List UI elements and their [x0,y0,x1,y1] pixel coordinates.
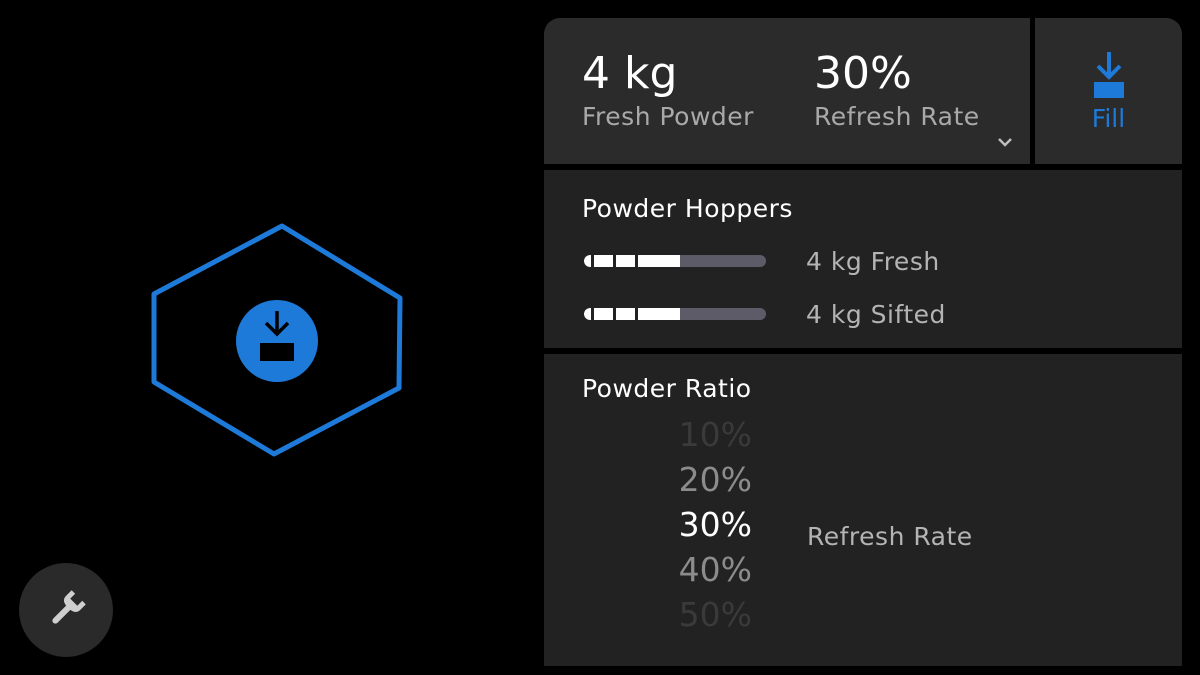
wrench-icon [52,590,86,624]
refresh-rate-value: 30% [814,48,912,99]
fresh-powder-stat: 4 kg Fresh Powder [582,48,754,134]
sifted-hopper-label: 4 kg Sifted [806,299,946,329]
picker-option[interactable]: 40% [624,547,752,592]
chevron-down-icon[interactable] [996,136,1014,148]
powder-hoppers-card: Powder Hoppers 4 kg Fresh 4 kg Sifted [544,170,1182,348]
refresh-rate-stat: 30% Refresh Rate [814,48,980,134]
picker-option[interactable]: 50% [624,592,752,637]
powder-ratio-card: Powder Ratio 10% 20% 30% 40% 50% Refresh… [544,354,1182,666]
refresh-rate-picker[interactable]: 10% 20% 30% 40% 50% [624,412,752,634]
fresh-powder-label: Fresh Powder [582,102,754,131]
fresh-hopper-label: 4 kg Fresh [806,246,940,276]
sifted-hopper-fill [584,308,681,320]
hopper-row-sifted: 4 kg Sifted [584,299,945,329]
fill-label: Fill [1091,103,1126,133]
picker-option[interactable]: 10% [624,412,752,457]
download-tray-icon [236,300,318,382]
download-tray-icon [1093,51,1124,98]
sifted-hopper-bar [584,308,766,320]
powder-panel: 4 kg Fresh Powder 30% Refresh Rate Fill … [544,18,1182,666]
fresh-hopper-fill [584,255,681,267]
powder-ratio-title: Powder Ratio [582,374,752,403]
tools-button[interactable] [19,563,113,657]
hopper-row-fresh: 4 kg Fresh [584,246,939,276]
fresh-powder-value: 4 kg [582,48,678,99]
app-screen: 4 kg Fresh Powder 30% Refresh Rate Fill … [0,0,1200,675]
powder-summary[interactable]: 4 kg Fresh Powder 30% Refresh Rate [544,18,1030,164]
fresh-hopper-bar [584,255,766,267]
powder-hoppers-title: Powder Hoppers [582,194,793,223]
picker-option-selected[interactable]: 30% [624,502,752,547]
ratio-refresh-rate-label: Refresh Rate [807,522,973,551]
refresh-rate-label: Refresh Rate [814,102,980,131]
picker-option[interactable]: 20% [624,457,752,502]
load-powder-status[interactable] [150,222,404,458]
fill-button[interactable]: Fill [1035,18,1182,164]
hexagon-outline-icon [151,223,403,457]
